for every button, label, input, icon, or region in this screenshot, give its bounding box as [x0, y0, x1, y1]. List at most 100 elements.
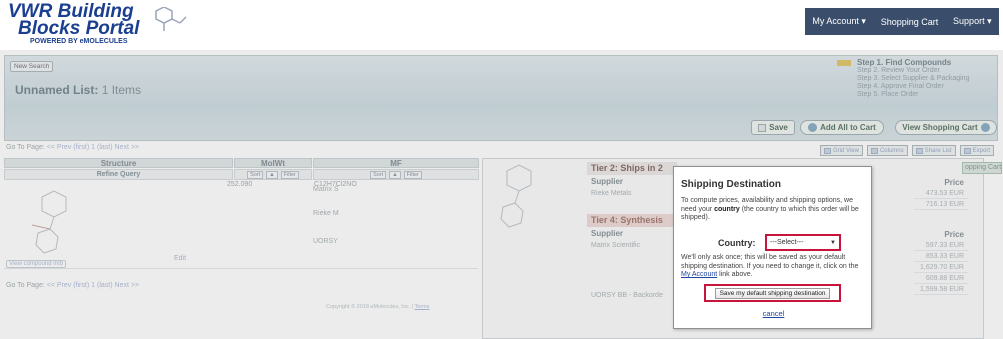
price-value: 597.33 EUR [914, 240, 968, 251]
tier-4-header: Tier 4: Synthesis [587, 214, 677, 227]
view-shopping-cart-button[interactable]: View Shopping Cart [895, 120, 997, 135]
price-value: 1,629.70 EUR [914, 262, 968, 273]
step-item: Step 4. Approve Final Order [857, 83, 944, 90]
add-cart-icon [808, 123, 818, 132]
pager-next-link[interactable]: Next >> [115, 144, 140, 151]
filter-button[interactable]: Filter [403, 170, 422, 179]
export-button[interactable]: Export [959, 145, 994, 156]
list-name: Unnamed List: [15, 83, 99, 97]
list-item-count: 1 Items [101, 83, 142, 97]
column-header-mf[interactable]: MF [313, 158, 479, 168]
list-banner: New Search Unnamed List: 1 Items Step 1.… [4, 55, 998, 141]
step-item: Step 3. Select Supplier & Packaging [857, 75, 970, 82]
vwr-logo[interactable]: VWR Building Blocks Portal POWERED BY eM… [8, 2, 208, 49]
price-value: 1,599.58 EUR [914, 284, 968, 295]
dialog-title: Shipping Destination [681, 179, 781, 190]
chevron-down-icon: ▼ [830, 239, 836, 246]
save-default-highlight: Save my default shipping destination [704, 284, 841, 302]
price-column-bottom: Price 597.33 EUR 853.33 EUR 1,629.70 EUR… [914, 229, 968, 295]
country-label: Country: [718, 238, 756, 248]
compound-structure-image[interactable] [22, 187, 82, 265]
step-item: Step 2. Review Your Order [857, 67, 940, 74]
supplier-name-partial: Matrix S [313, 186, 339, 193]
arrow-right-icon [837, 60, 851, 66]
price-value: 473.53 EUR [914, 188, 968, 199]
refine-query-link[interactable]: Refine Query [97, 171, 141, 178]
dialog-intro: To compute prices, availability and ship… [681, 197, 859, 222]
pager-page-link[interactable]: 1 [91, 144, 95, 151]
supplier-name[interactable]: Rieke Metals [591, 190, 631, 197]
country-select[interactable]: ---Select--- ▼ [765, 234, 841, 251]
cancel-link[interactable]: cancel [674, 309, 873, 318]
chevron-right-icon [980, 123, 990, 132]
save-button[interactable]: Save [751, 120, 795, 135]
nav-support[interactable]: Support ▾ [953, 16, 992, 27]
step-item: Step 5. Place Order [857, 91, 919, 98]
molwt-value: 252.090 [227, 181, 253, 188]
columns-icon [870, 147, 878, 154]
order-steps: Step 1. Find Compounds Step 2. Review Yo… [837, 59, 997, 111]
top-navigation: My Account ▾ Shopping Cart Support ▾ [805, 8, 999, 35]
supplier-name[interactable]: Matrix Scientific [591, 242, 640, 249]
price-value: 853.33 EUR [914, 251, 968, 262]
supplier-label: Supplier [591, 177, 624, 186]
molwt-controls: Sort ▲ Filter [234, 169, 312, 180]
shopping-cart-tab[interactable]: opping Cart [962, 162, 1002, 174]
sort-button[interactable]: Sort [247, 170, 264, 179]
share-list-button[interactable]: Share List [911, 145, 956, 156]
price-value: 609.88 EUR [914, 273, 968, 284]
export-icon [963, 147, 971, 154]
columns-button[interactable]: Columns [866, 145, 908, 156]
sort-asc-icon[interactable]: ▲ [389, 170, 401, 179]
pager-bottom: Go To Page: << Prev (first) 1 (last) Nex… [6, 282, 140, 289]
pager-prev-link[interactable]: << Prev [47, 144, 72, 151]
step-current: Step 1. Find Compounds [837, 59, 997, 67]
terms-link[interactable]: Terms [415, 304, 430, 310]
list-title: Unnamed List: 1 Items [15, 83, 141, 97]
pager-page-link[interactable]: 1 [91, 282, 95, 289]
country-select-value: ---Select--- [770, 239, 804, 246]
edit-link[interactable]: Edit [174, 255, 186, 262]
logo-powered-by: POWERED BY eMOLECULES [30, 38, 128, 45]
molecule-logo-icon [155, 7, 187, 31]
nav-my-account[interactable]: My Account ▾ [812, 16, 866, 27]
dialog-note: We'll only ask once; this will be saved … [681, 254, 859, 279]
price-label: Price [944, 178, 964, 187]
save-icon [758, 123, 767, 132]
refine-query-cell: Refine Query [4, 169, 233, 180]
add-all-to-cart-button[interactable]: Add All to Cart [800, 120, 884, 135]
supplier-label: Supplier [591, 229, 624, 238]
supplier-name-partial: Rieke M [313, 210, 339, 217]
supplier-name[interactable]: UORSY BB - Backorde [591, 292, 663, 299]
compound-structure-image [500, 164, 532, 228]
shipping-destination-dialog: Shipping Destination To compute prices, … [673, 166, 872, 329]
price-value: 716.13 EUR [914, 199, 968, 210]
my-account-link[interactable]: My Account [681, 271, 717, 278]
column-header-molwt[interactable]: MolWt [234, 158, 312, 168]
view-toolbar: Grid View Columns Share List Export [820, 145, 994, 156]
sort-asc-icon[interactable]: ▲ [266, 170, 278, 179]
pager-first-link[interactable]: (first) [73, 282, 89, 289]
screen: VWR Building Blocks Portal POWERED BY eM… [0, 0, 1003, 339]
pager-top: Go To Page: << Prev (first) 1 (last) Nex… [6, 144, 140, 151]
copyright-text: Copyright © 2018 eMolecules, Inc. | Term… [326, 304, 430, 310]
share-icon [915, 147, 923, 154]
pager-prev-link[interactable]: << Prev [47, 282, 72, 289]
price-label: Price [944, 230, 964, 239]
pager-last-link[interactable]: (last) [97, 144, 113, 151]
filter-button[interactable]: Filter [280, 170, 299, 179]
nav-shopping-cart[interactable]: Shopping Cart [881, 17, 939, 27]
table-row: 252.090 C12H7Cl2NO Edit [4, 181, 478, 269]
save-default-destination-button[interactable]: Save my default shipping destination [714, 287, 831, 299]
view-molfile-link[interactable]: View compound mlb [6, 260, 66, 268]
tier-2-header: Tier 2: Ships in 2 [587, 162, 677, 175]
pager-first-link[interactable]: (first) [73, 144, 89, 151]
sort-button[interactable]: Sort [370, 170, 387, 179]
new-search-button[interactable]: New Search [10, 61, 54, 72]
grid-view-button[interactable]: Grid View [820, 145, 863, 156]
pager-last-link[interactable]: (last) [97, 282, 113, 289]
column-header-structure[interactable]: Structure [4, 158, 233, 168]
mf-controls: Sort ▲ Filter [313, 169, 479, 180]
country-emphasis: country [714, 205, 740, 213]
pager-next-link[interactable]: Next >> [115, 282, 140, 289]
